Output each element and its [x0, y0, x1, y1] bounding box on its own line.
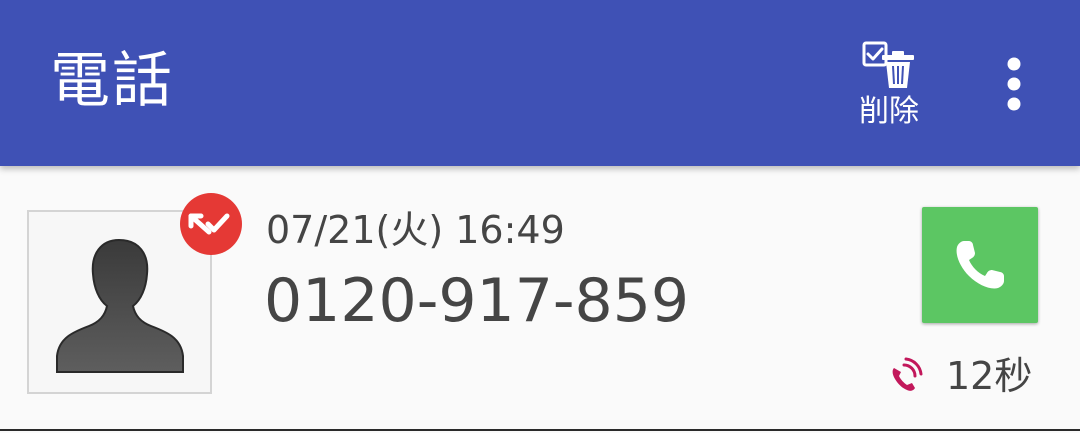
overflow-menu-button[interactable] [994, 56, 1034, 112]
call-timestamp: 07/21(火) 16:49 [266, 208, 565, 252]
app-bar: 電話 削除 [0, 0, 1080, 166]
incoming-call-icon [886, 356, 924, 394]
delete-label: 削除 [859, 94, 919, 129]
call-back-button[interactable] [922, 207, 1038, 323]
divider [0, 429, 1080, 431]
missed-call-badge [179, 192, 243, 256]
delete-button[interactable]: 削除 [852, 40, 926, 130]
default-contact-icon [29, 238, 210, 396]
page-title: 電話 [50, 46, 174, 116]
missed-call-icon [179, 193, 243, 260]
more-vert-icon [994, 57, 1034, 116]
checkbox-trash-icon [862, 40, 916, 90]
call-log-list: 07/21(火) 16:49 0120-917-859 12秒 [0, 166, 1080, 433]
call-duration: 12秒 [946, 354, 1033, 398]
call-log-row[interactable]: 07/21(火) 16:49 0120-917-859 12秒 [0, 166, 1080, 431]
phone-number: 0120-917-859 [264, 266, 690, 336]
